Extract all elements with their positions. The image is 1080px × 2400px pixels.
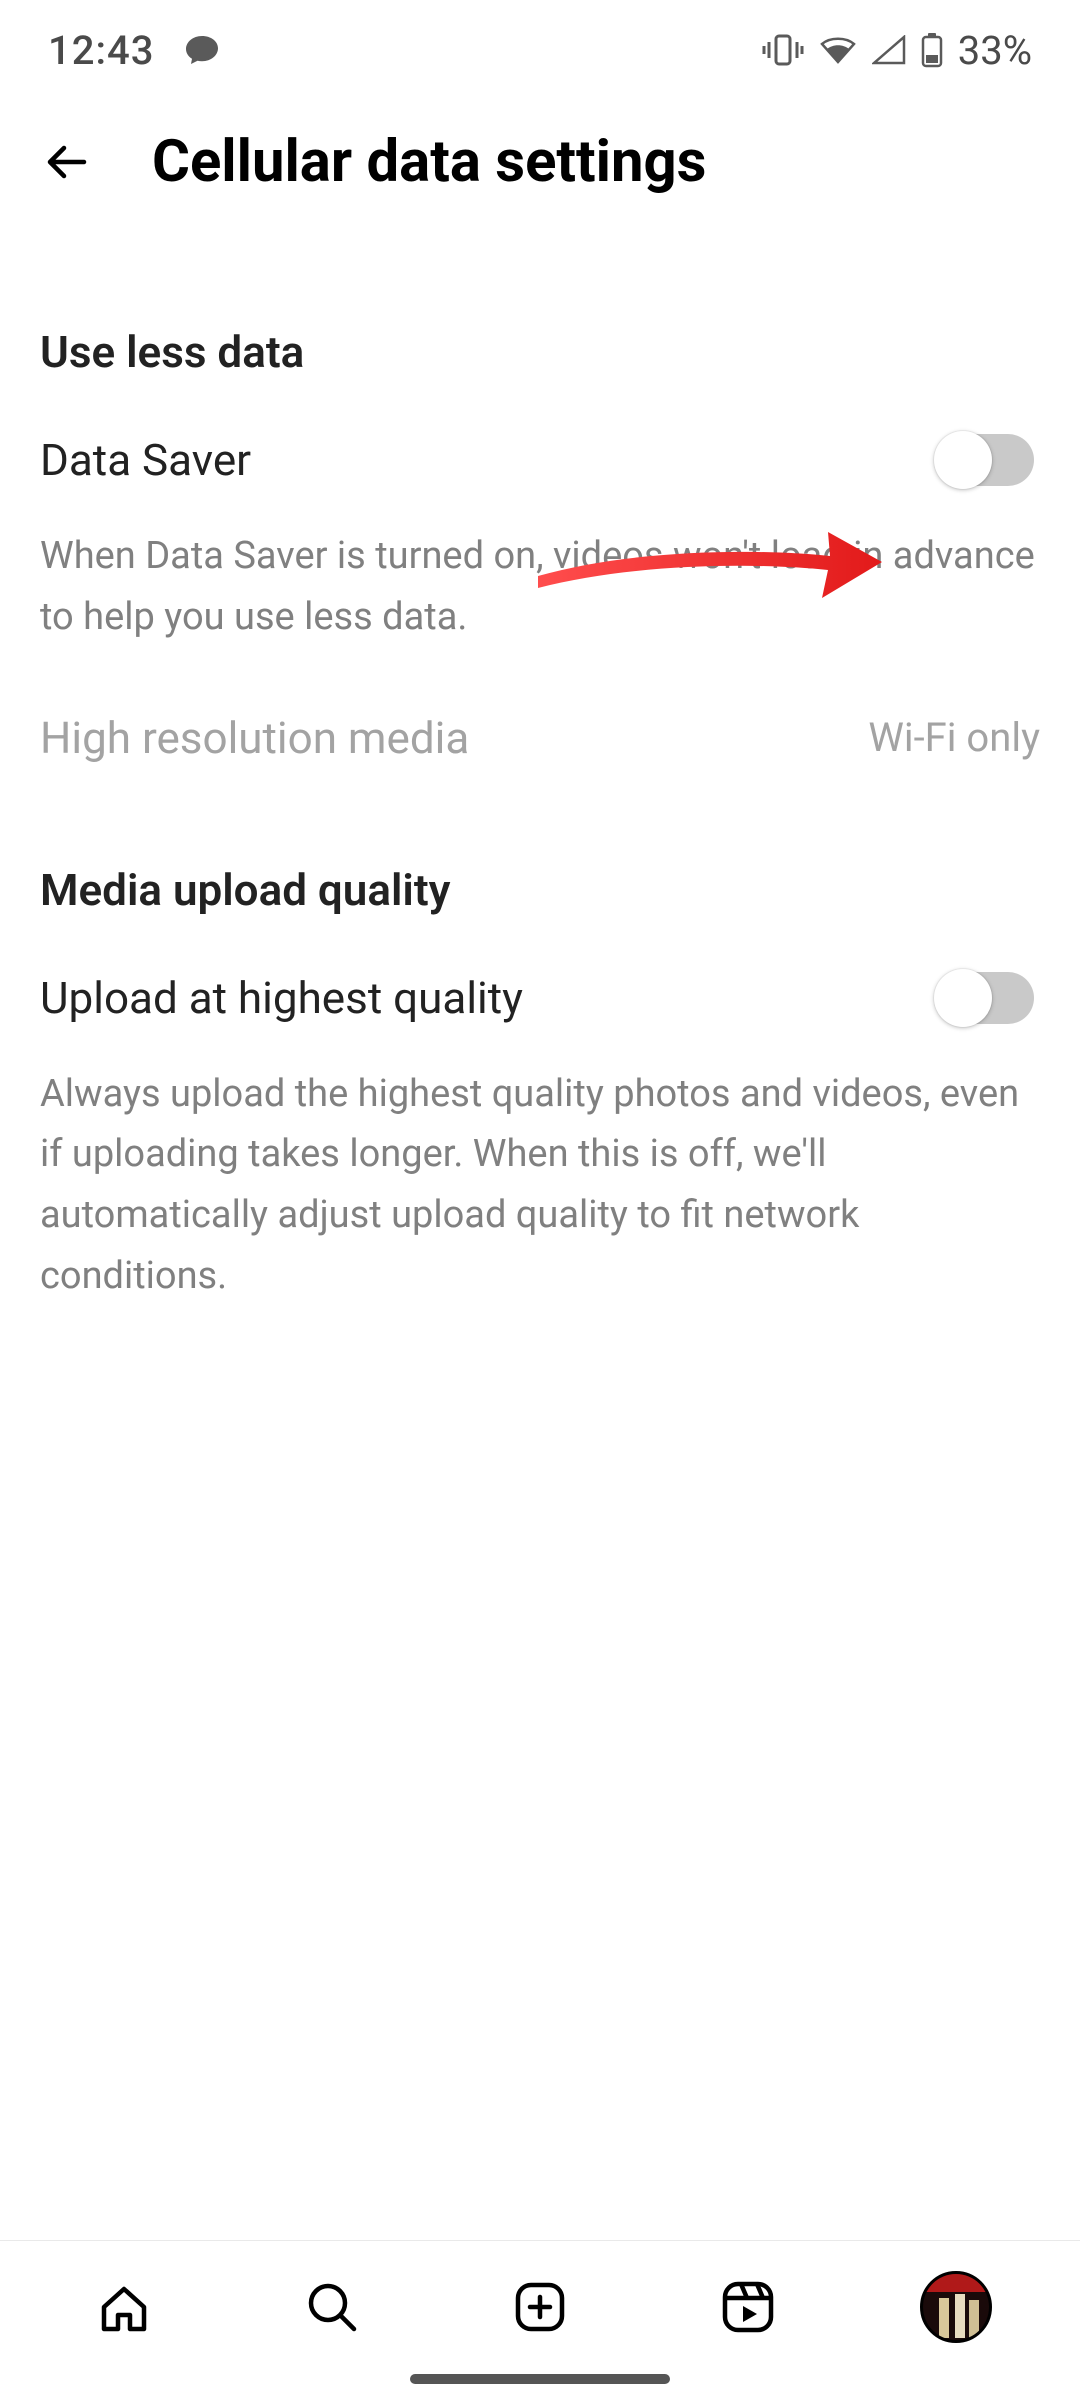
upload-highest-quality-description: Always upload the highest quality photos… — [40, 1064, 1040, 1307]
reels-tab[interactable] — [708, 2267, 788, 2347]
upload-highest-quality-toggle[interactable] — [936, 972, 1034, 1024]
high-resolution-media-value: Wi-Fi only — [868, 714, 1040, 761]
status-time: 12:43 — [48, 27, 154, 74]
toggle-knob — [934, 431, 992, 489]
section-use-less-data-heading: Use less data — [40, 326, 1040, 378]
section-media-upload-heading: Media upload quality — [40, 864, 1040, 916]
wifi-icon — [818, 34, 858, 66]
search-tab[interactable] — [292, 2267, 372, 2347]
battery-percent: 33% — [958, 27, 1032, 74]
upload-highest-quality-label: Upload at highest quality — [40, 972, 523, 1024]
home-icon — [94, 2277, 154, 2337]
data-saver-toggle[interactable] — [936, 434, 1034, 486]
profile-avatar-icon — [920, 2271, 992, 2343]
home-indicator[interactable] — [410, 2374, 670, 2384]
high-resolution-media-row[interactable]: High resolution media Wi-Fi only — [40, 712, 1040, 764]
status-bar: 12:43 33% — [0, 0, 1080, 100]
battery-icon — [920, 32, 944, 68]
page-title: Cellular data settings — [152, 128, 706, 196]
toggle-knob — [934, 969, 992, 1027]
plus-square-icon — [510, 2277, 570, 2337]
upload-highest-quality-row[interactable]: Upload at highest quality — [40, 972, 1040, 1024]
search-icon — [302, 2277, 362, 2337]
chat-notification-icon — [184, 34, 220, 66]
high-resolution-media-label: High resolution media — [40, 712, 469, 764]
profile-tab[interactable] — [916, 2267, 996, 2347]
data-saver-label: Data Saver — [40, 434, 251, 486]
page-header: Cellular data settings — [0, 100, 1080, 236]
vibrate-icon — [762, 32, 804, 68]
data-saver-description: When Data Saver is turned on, videos won… — [40, 526, 1040, 648]
cell-signal-icon — [872, 35, 906, 65]
home-tab[interactable] — [84, 2267, 164, 2347]
create-tab[interactable] — [500, 2267, 580, 2347]
back-button[interactable] — [40, 134, 96, 190]
reels-icon — [717, 2276, 779, 2338]
data-saver-row[interactable]: Data Saver — [40, 434, 1040, 486]
